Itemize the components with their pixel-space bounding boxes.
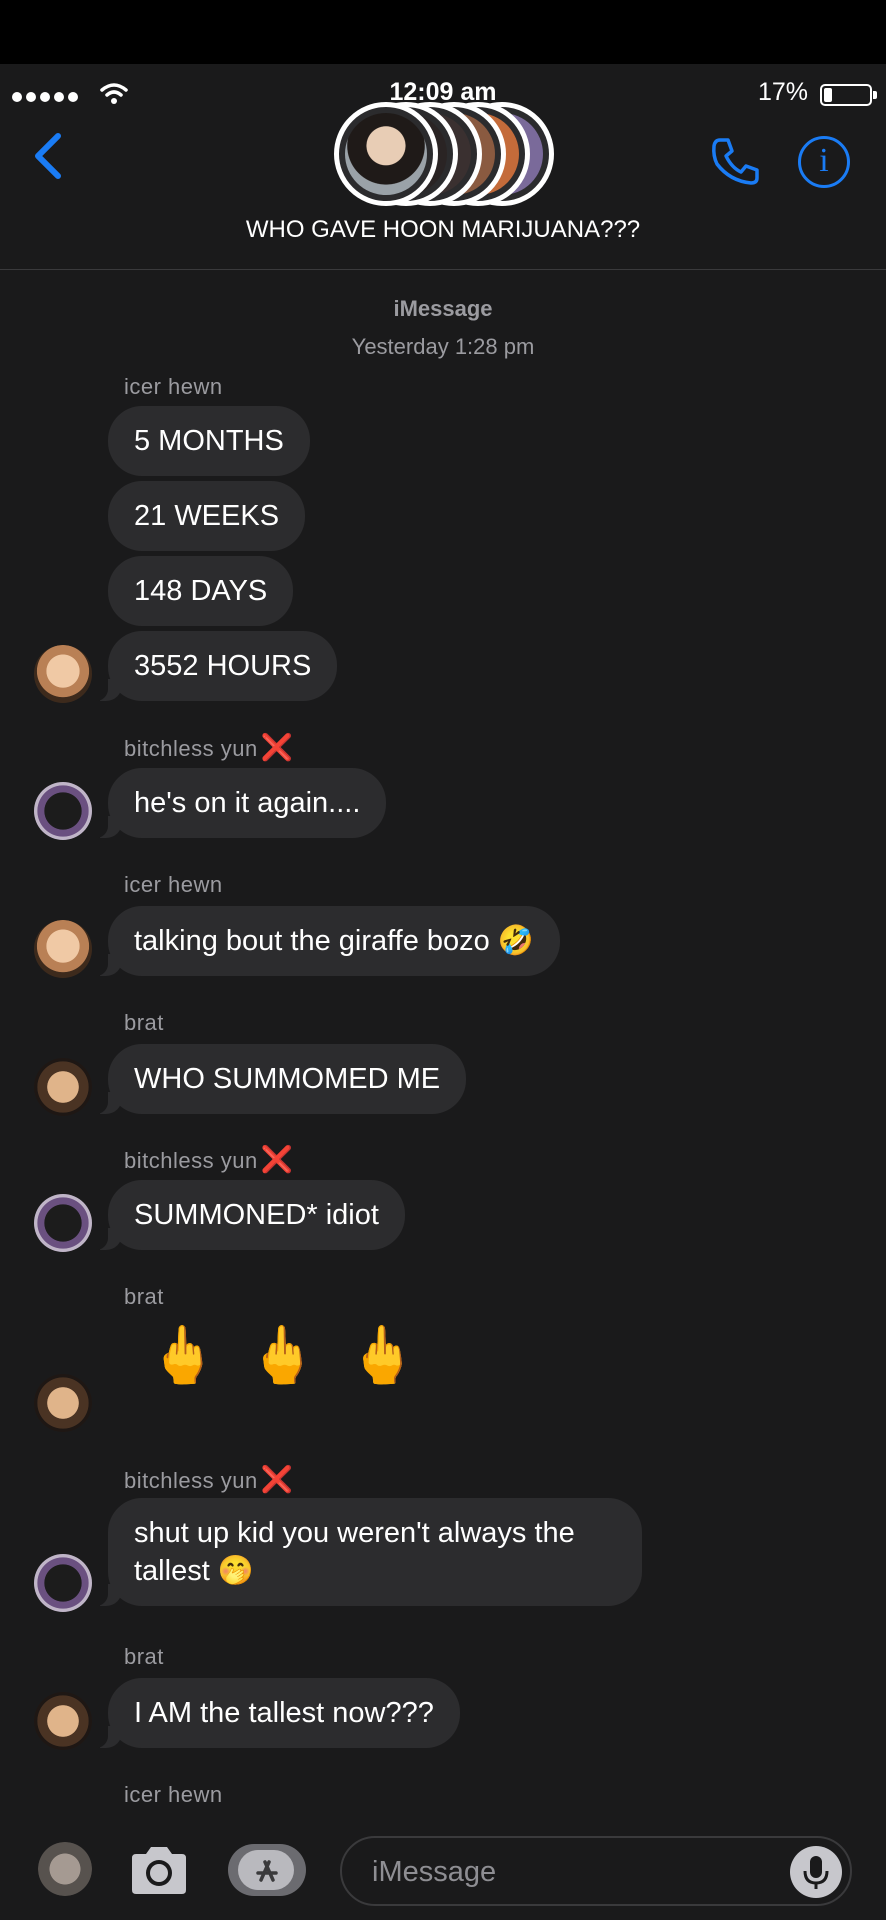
sender-name: brat bbox=[124, 1644, 164, 1669]
my-avatar[interactable] bbox=[38, 1842, 92, 1896]
message-timestamp: Yesterday 1:28 pm bbox=[351, 334, 535, 359]
avatar[interactable] bbox=[34, 1374, 92, 1432]
avatar[interactable] bbox=[34, 1554, 92, 1612]
sender-name: icer hewn bbox=[124, 1782, 223, 1807]
sender-name-text: bitchless yun bbox=[124, 736, 258, 761]
message-text: 3552 HOURS bbox=[134, 650, 312, 682]
sender-name: brat bbox=[124, 1284, 164, 1309]
sender-name: bitchless yun ❌ bbox=[124, 1464, 294, 1495]
message-bubble[interactable]: shut up kid you weren't always the talle… bbox=[94, 1498, 642, 1606]
emoji-message[interactable]: 🖕🖕🖕 bbox=[148, 1322, 447, 1388]
app-store-icon[interactable] bbox=[228, 1844, 306, 1896]
avatar[interactable] bbox=[34, 920, 92, 978]
sender-name: brat bbox=[124, 1010, 164, 1035]
message-text: talking bout the giraffe bozo 🤣 bbox=[134, 925, 534, 957]
message-bubble[interactable]: he's on it again.... bbox=[93, 768, 387, 838]
message-text: he's on it again.... bbox=[134, 787, 361, 819]
app-store-glyph bbox=[256, 1860, 278, 1882]
message-bubble[interactable]: 5 MONTHS bbox=[108, 406, 310, 476]
message-text: SUMMONED* idiot bbox=[134, 1199, 379, 1231]
message-bubble[interactable]: WHO SUMMOMED ME bbox=[93, 1044, 467, 1114]
avatar[interactable] bbox=[34, 782, 92, 840]
avatar[interactable] bbox=[34, 645, 92, 703]
service-label: iMessage bbox=[393, 296, 493, 321]
group-avatars[interactable] bbox=[334, 102, 554, 206]
conversation-header: 12:09 am 17% WHO GAVE HOON MARIJUANA??? … bbox=[0, 64, 886, 270]
avatar[interactable] bbox=[34, 1058, 92, 1116]
message-bubble[interactable]: 21 WEEKS bbox=[108, 481, 306, 551]
battery-percent: 17% bbox=[757, 78, 808, 106]
red-x-icon: ❌ bbox=[260, 1144, 294, 1174]
camera-icon[interactable] bbox=[128, 1844, 190, 1896]
microphone-icon[interactable] bbox=[790, 1846, 842, 1898]
compose-bar: iMessage bbox=[0, 1830, 886, 1920]
message-text: I AM the tallest now??? bbox=[134, 1697, 434, 1729]
avatar[interactable] bbox=[34, 1194, 92, 1252]
message-text: shut up kid you weren't always the talle… bbox=[134, 1517, 575, 1587]
sender-name: icer hewn bbox=[124, 872, 223, 897]
avatar[interactable] bbox=[34, 1692, 92, 1750]
red-x-icon: ❌ bbox=[260, 732, 294, 762]
message-bubble[interactable]: 148 DAYS bbox=[108, 556, 294, 626]
message-bubble[interactable]: I AM the tallest now??? bbox=[94, 1678, 460, 1748]
message-bubble[interactable]: 3552 HOURS bbox=[93, 631, 338, 701]
battery-icon bbox=[820, 84, 877, 106]
message-text: WHO SUMMOMED ME bbox=[134, 1063, 441, 1095]
top-bezel bbox=[0, 0, 886, 64]
red-x-icon: ❌ bbox=[260, 1464, 294, 1494]
back-chevron-icon[interactable] bbox=[28, 130, 68, 182]
group-title[interactable]: WHO GAVE HOON MARIJUANA??? bbox=[0, 216, 886, 244]
sender-name: bitchless yun ❌ bbox=[124, 732, 294, 763]
sender-name-text: bitchless yun bbox=[124, 1468, 258, 1493]
sender-name: icer hewn bbox=[124, 374, 223, 399]
message-bubble[interactable]: talking bout the giraffe bozo 🤣 bbox=[94, 906, 560, 976]
phone-icon[interactable] bbox=[708, 134, 762, 188]
message-bubble[interactable]: SUMMONED* idiot bbox=[94, 1180, 405, 1250]
sender-name-text: bitchless yun bbox=[124, 1148, 258, 1173]
message-thread[interactable]: iMessage Yesterday 1:28 pm icer hewn 5 M… bbox=[0, 270, 886, 1830]
message-input-placeholder: iMessage bbox=[372, 1856, 497, 1888]
message-input[interactable]: iMessage bbox=[340, 1836, 852, 1906]
group-avatar-main bbox=[334, 102, 438, 206]
sender-name: bitchless yun ❌ bbox=[124, 1144, 294, 1175]
info-icon[interactable]: i bbox=[798, 136, 850, 188]
